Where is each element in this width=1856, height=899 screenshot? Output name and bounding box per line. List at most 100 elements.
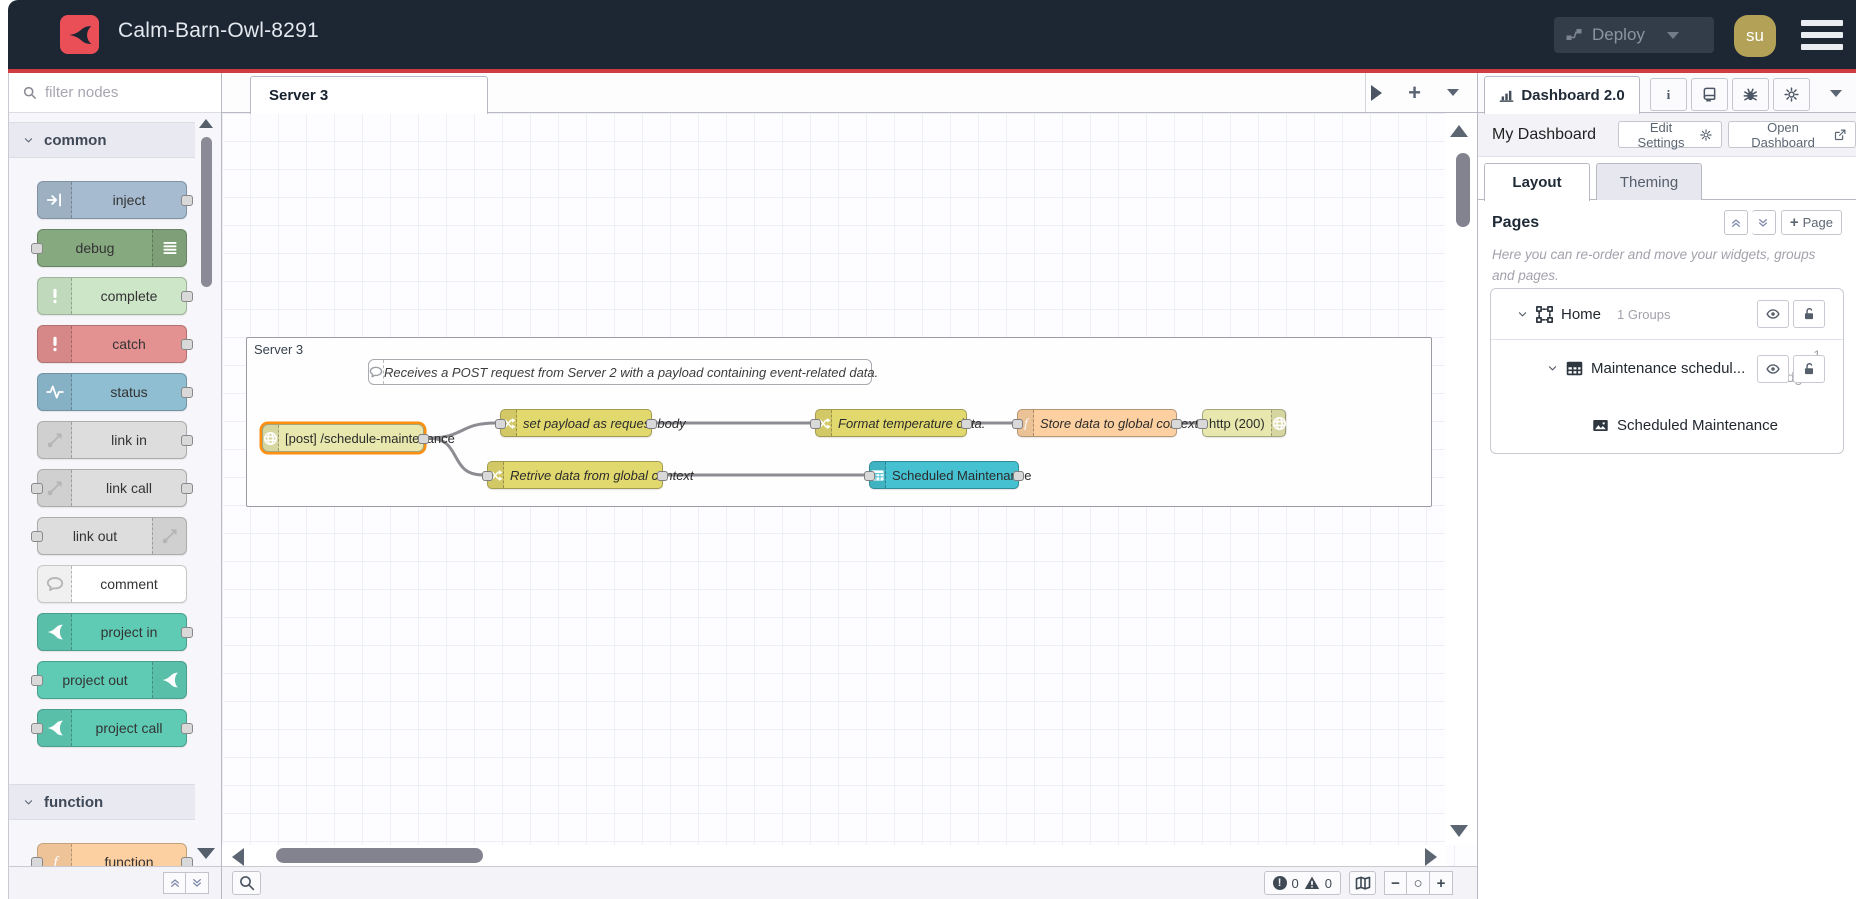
palette-search[interactable] (9, 73, 221, 113)
tree-row-group-maintenance[interactable]: 1 Widgets Maintenance schedul... (1491, 340, 1843, 397)
canvas-scroll-left-icon[interactable] (232, 848, 244, 866)
node-input-port[interactable] (810, 419, 821, 429)
globe-icon (1270, 410, 1287, 436)
chevron-down-icon[interactable] (1517, 309, 1528, 320)
palette-node-function[interactable]: f function (31, 843, 193, 866)
header: Calm-Barn-Owl-8291 Deploy su (8, 0, 1856, 69)
tab-layout[interactable]: Layout (1484, 163, 1590, 201)
palette-node-label: status (110, 384, 148, 400)
palette-node-link-in[interactable]: link in (37, 421, 193, 459)
tab-scroll-right-icon[interactable] (1371, 84, 1383, 101)
node-output-port[interactable] (657, 471, 668, 481)
sidebar-options-caret[interactable] (1830, 90, 1842, 97)
node-input-port[interactable] (864, 471, 875, 481)
palette-category-function[interactable]: function (9, 784, 195, 820)
node-input-port[interactable] (482, 471, 493, 481)
flow-tab-server3[interactable]: Server 3 (250, 76, 488, 114)
flow-node-store[interactable]: f Store data to global context (1012, 409, 1198, 437)
canvas-hscroll-thumb[interactable] (276, 848, 483, 863)
palette-node-catch[interactable]: catch (37, 325, 193, 363)
palette-node-debug[interactable]: debug (31, 229, 187, 267)
dashboard-tabs: Layout Theming (1478, 157, 1856, 201)
canvas-scroll-right-icon[interactable] (1425, 848, 1437, 866)
canvas-search-button[interactable] (232, 871, 261, 895)
node-output-port[interactable] (646, 419, 657, 429)
add-page-button[interactable]: + Page (1780, 210, 1842, 235)
warning-icon (1304, 875, 1320, 891)
user-avatar[interactable]: su (1734, 15, 1776, 57)
zoom-in-button[interactable]: + (1430, 871, 1453, 895)
sidebar-tab-dashboard[interactable]: Dashboard 2.0 (1484, 76, 1640, 114)
workspace: Server 3 + Server 3 Receives a POST requ… (222, 73, 1477, 899)
sidebar-tab-debug[interactable] (1732, 78, 1769, 111)
node-output-port (181, 483, 193, 494)
flow-tabbar: Server 3 + (222, 73, 1477, 114)
palette-node-list[interactable]: common inject debug complete catch status link… (9, 113, 195, 866)
group-lock-button[interactable] (1793, 355, 1825, 383)
palette-node-project-in[interactable]: project in (37, 613, 193, 651)
node-input-port[interactable] (495, 419, 506, 429)
expand-all-pages-button[interactable] (1751, 210, 1776, 235)
deploy-button[interactable]: Deploy (1554, 17, 1714, 53)
minimap-button[interactable] (1349, 871, 1376, 895)
edit-settings-button[interactable]: Edit Settings (1618, 120, 1723, 150)
palette-category-common[interactable]: common (9, 122, 195, 158)
dashboard-name: My Dashboard (1492, 125, 1597, 143)
flow-list-caret[interactable] (1447, 89, 1459, 96)
flow-node-format[interactable]: Format temperature data. (810, 409, 985, 437)
collapse-all-pages-button[interactable] (1723, 210, 1748, 235)
palette-scroll-up-icon[interactable] (199, 119, 213, 128)
palette-node-status[interactable]: status (37, 373, 193, 411)
tree-row-page-home[interactable]: Home 1 Groups (1491, 289, 1843, 340)
main-menu-button[interactable] (1801, 20, 1843, 50)
page-icon (1536, 305, 1553, 323)
page-visibility-button[interactable] (1757, 300, 1789, 328)
zoom-out-button[interactable]: − (1384, 871, 1407, 895)
palette-node-complete[interactable]: complete (37, 277, 193, 315)
flow-node-retrive[interactable]: Retrive data from global context (482, 461, 694, 489)
add-flow-button[interactable]: + (1408, 81, 1421, 104)
node-output-port[interactable] (1013, 471, 1024, 481)
dashboard-subheader: My Dashboard Edit Settings Open Dashboar… (1478, 113, 1856, 157)
node-output-port[interactable] (418, 434, 429, 444)
page-lock-button[interactable] (1793, 300, 1825, 328)
flow-node-httpin[interactable]: [post] /schedule-maintenance (262, 424, 455, 452)
chevron-down-icon[interactable] (1547, 363, 1558, 374)
palette-node-comment[interactable]: comment (37, 565, 187, 603)
palette-node-link-out[interactable]: link out (31, 517, 187, 555)
canvas-scroll-down-icon[interactable] (1450, 825, 1468, 837)
palette-node-inject[interactable]: inject (37, 181, 193, 219)
sidebar-tab-config[interactable] (1773, 78, 1810, 111)
node-input-port[interactable] (1012, 419, 1023, 429)
palette-node-project-call[interactable]: project call (31, 709, 193, 747)
canvas-scroll-up-icon[interactable] (1450, 125, 1468, 137)
palette-node-link-call[interactable]: link call (31, 469, 193, 507)
zoom-reset-button[interactable]: ○ (1407, 871, 1430, 895)
palette-node-project-out[interactable]: project out (31, 661, 187, 699)
flow-canvas[interactable]: Server 3 Receives a POST request from Se… (222, 113, 1477, 866)
sidebar-tab-info[interactable]: i (1650, 78, 1687, 111)
palette-expand-all-button[interactable] (186, 872, 209, 894)
flow-node-set[interactable]: set payload as request body (495, 409, 686, 437)
tab-theming[interactable]: Theming (1596, 163, 1702, 201)
palette-scrollbar-thumb[interactable] (201, 137, 212, 287)
node-input-port[interactable] (1197, 419, 1208, 429)
node-output-port[interactable] (961, 419, 972, 429)
open-dashboard-button[interactable]: Open Dashboard (1728, 120, 1856, 150)
filter-nodes-input[interactable] (45, 84, 195, 101)
node-output-port[interactable] (1171, 419, 1182, 429)
pages-description: Here you can re-order and move your widg… (1492, 247, 1816, 283)
group-visibility-button[interactable] (1757, 355, 1789, 383)
canvas-vscroll-thumb[interactable] (1456, 153, 1470, 227)
palette-scroll-down-icon[interactable] (197, 848, 215, 859)
palette-collapse-all-button[interactable] (163, 872, 186, 894)
sidebar-tab-help[interactable] (1691, 78, 1728, 111)
flow-node-http200[interactable]: http (200) (1197, 409, 1287, 437)
flowfuse-logo-icon[interactable] (60, 15, 99, 54)
deploy-options-caret[interactable] (1666, 31, 1679, 39)
node-label: Retrive data from global context (510, 467, 694, 483)
comment-node[interactable]: Receives a POST request from Server 2 wi… (368, 359, 878, 385)
flow-node-sched[interactable]: Scheduled Maintenance (864, 461, 1032, 489)
flow-status-counts[interactable]: ! 0 0 (1263, 871, 1341, 895)
tree-row-widget-scheduled-maintenance[interactable]: Scheduled Maintenance (1491, 397, 1843, 453)
